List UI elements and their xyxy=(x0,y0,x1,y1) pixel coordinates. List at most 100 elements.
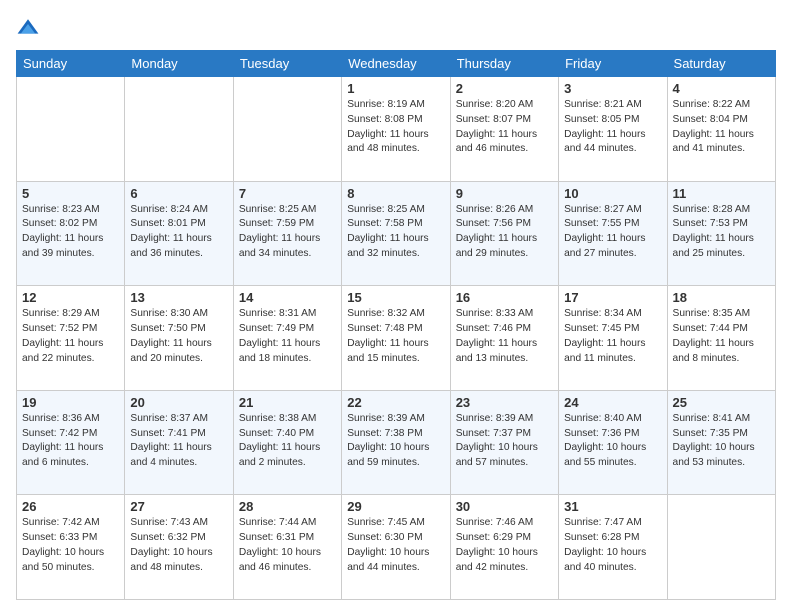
calendar-cell: 18 Sunrise: 8:35 AM Sunset: 7:44 PM Dayli… xyxy=(667,286,775,391)
calendar-cell xyxy=(125,77,233,182)
calendar-header-wednesday: Wednesday xyxy=(342,51,450,77)
calendar-cell xyxy=(17,77,125,182)
calendar-header-saturday: Saturday xyxy=(667,51,775,77)
day-info: Sunrise: 8:23 AM Sunset: 8:02 PM Dayligh… xyxy=(22,203,119,262)
day-info: Sunrise: 8:31 AM Sunset: 7:49 PM Dayligh… xyxy=(239,307,336,366)
calendar-cell: 30Sunrise: 7:46 AM Sunset: 6:29 PM Dayli… xyxy=(450,495,558,600)
day-number: 3 xyxy=(564,81,661,96)
calendar-cell: 10 Sunrise: 8:27 AM Sunset: 7:55 PM Dayli… xyxy=(559,181,667,286)
calendar-cell: 13 Sunrise: 8:30 AM Sunset: 7:50 PM Dayli… xyxy=(125,286,233,391)
day-info: Sunrise: 7:42 AM Sunset: 6:33 PM Dayligh… xyxy=(22,516,119,575)
day-info: Sunrise: 7:44 AM Sunset: 6:31 PM Dayligh… xyxy=(239,516,336,575)
calendar-cell: 22Sunrise: 8:39 AM Sunset: 7:38 PM Dayli… xyxy=(342,390,450,495)
calendar-cell: 23 Sunrise: 8:39 AM Sunset: 7:37 PM Dayli… xyxy=(450,390,558,495)
logo xyxy=(16,16,44,40)
day-info: Sunrise: 8:41 AM Sunset: 7:35 PM Dayligh… xyxy=(673,412,770,471)
day-number: 31 xyxy=(564,499,661,514)
calendar-header-monday: Monday xyxy=(125,51,233,77)
day-number: 30 xyxy=(456,499,553,514)
calendar-cell: 31 Sunrise: 7:47 AM Sunset: 6:28 PM Dayli… xyxy=(559,495,667,600)
day-number: 17 xyxy=(564,290,661,305)
day-number: 9 xyxy=(456,186,553,201)
calendar-header-row: SundayMondayTuesdayWednesdayThursdayFrid… xyxy=(17,51,776,77)
calendar-cell: 29 Sunrise: 7:45 AM Sunset: 6:30 PM Dayli… xyxy=(342,495,450,600)
calendar-cell: 20Sunrise: 8:37 AM Sunset: 7:41 PM Dayli… xyxy=(125,390,233,495)
calendar-cell: 6Sunrise: 8:24 AM Sunset: 8:01 PM Daylig… xyxy=(125,181,233,286)
day-number: 1 xyxy=(347,81,444,96)
day-number: 5 xyxy=(22,186,119,201)
day-info: Sunrise: 8:21 AM Sunset: 8:05 PM Dayligh… xyxy=(564,98,661,157)
day-info: Sunrise: 8:25 AM Sunset: 7:59 PM Dayligh… xyxy=(239,203,336,262)
calendar-cell: 25 Sunrise: 8:41 AM Sunset: 7:35 PM Dayli… xyxy=(667,390,775,495)
day-info: Sunrise: 8:19 AM Sunset: 8:08 PM Dayligh… xyxy=(347,98,444,157)
day-info: Sunrise: 8:34 AM Sunset: 7:45 PM Dayligh… xyxy=(564,307,661,366)
calendar-week-row: 26 Sunrise: 7:42 AM Sunset: 6:33 PM Dayli… xyxy=(17,495,776,600)
day-info: Sunrise: 8:33 AM Sunset: 7:46 PM Dayligh… xyxy=(456,307,553,366)
calendar-cell: 12 Sunrise: 8:29 AM Sunset: 7:52 PM Dayli… xyxy=(17,286,125,391)
calendar-cell: 8 Sunrise: 8:25 AM Sunset: 7:58 PM Daylig… xyxy=(342,181,450,286)
calendar-cell: 5 Sunrise: 8:23 AM Sunset: 8:02 PM Daylig… xyxy=(17,181,125,286)
calendar-cell xyxy=(233,77,341,182)
day-info: Sunrise: 8:20 AM Sunset: 8:07 PM Dayligh… xyxy=(456,98,553,157)
calendar-week-row: 19Sunrise: 8:36 AM Sunset: 7:42 PM Dayli… xyxy=(17,390,776,495)
page: SundayMondayTuesdayWednesdayThursdayFrid… xyxy=(0,0,792,612)
calendar-cell: 14 Sunrise: 8:31 AM Sunset: 7:49 PM Dayli… xyxy=(233,286,341,391)
day-number: 28 xyxy=(239,499,336,514)
day-number: 14 xyxy=(239,290,336,305)
day-info: Sunrise: 8:39 AM Sunset: 7:37 PM Dayligh… xyxy=(456,412,553,471)
calendar-cell: 17 Sunrise: 8:34 AM Sunset: 7:45 PM Dayli… xyxy=(559,286,667,391)
calendar-cell: 26 Sunrise: 7:42 AM Sunset: 6:33 PM Dayli… xyxy=(17,495,125,600)
day-number: 2 xyxy=(456,81,553,96)
day-number: 12 xyxy=(22,290,119,305)
day-info: Sunrise: 7:47 AM Sunset: 6:28 PM Dayligh… xyxy=(564,516,661,575)
day-number: 18 xyxy=(673,290,770,305)
day-number: 25 xyxy=(673,395,770,410)
day-number: 13 xyxy=(130,290,227,305)
calendar-cell: 2 Sunrise: 8:20 AM Sunset: 8:07 PM Daylig… xyxy=(450,77,558,182)
day-info: Sunrise: 8:25 AM Sunset: 7:58 PM Dayligh… xyxy=(347,203,444,262)
day-number: 26 xyxy=(22,499,119,514)
day-info: Sunrise: 8:37 AM Sunset: 7:41 PM Dayligh… xyxy=(130,412,227,471)
day-number: 16 xyxy=(456,290,553,305)
calendar-header-thursday: Thursday xyxy=(450,51,558,77)
day-info: Sunrise: 8:27 AM Sunset: 7:55 PM Dayligh… xyxy=(564,203,661,262)
calendar-header-friday: Friday xyxy=(559,51,667,77)
calendar-cell: 28 Sunrise: 7:44 AM Sunset: 6:31 PM Dayli… xyxy=(233,495,341,600)
calendar-header-tuesday: Tuesday xyxy=(233,51,341,77)
day-info: Sunrise: 8:38 AM Sunset: 7:40 PM Dayligh… xyxy=(239,412,336,471)
calendar-week-row: 12 Sunrise: 8:29 AM Sunset: 7:52 PM Dayli… xyxy=(17,286,776,391)
calendar-cell: 3 Sunrise: 8:21 AM Sunset: 8:05 PM Daylig… xyxy=(559,77,667,182)
day-info: Sunrise: 8:22 AM Sunset: 8:04 PM Dayligh… xyxy=(673,98,770,157)
day-info: Sunrise: 8:29 AM Sunset: 7:52 PM Dayligh… xyxy=(22,307,119,366)
day-number: 24 xyxy=(564,395,661,410)
day-number: 8 xyxy=(347,186,444,201)
day-number: 29 xyxy=(347,499,444,514)
calendar-cell: 19Sunrise: 8:36 AM Sunset: 7:42 PM Dayli… xyxy=(17,390,125,495)
calendar-cell: 24Sunrise: 8:40 AM Sunset: 7:36 PM Dayli… xyxy=(559,390,667,495)
calendar-cell: 21 Sunrise: 8:38 AM Sunset: 7:40 PM Dayli… xyxy=(233,390,341,495)
day-number: 22 xyxy=(347,395,444,410)
calendar-cell: 1 Sunrise: 8:19 AM Sunset: 8:08 PM Daylig… xyxy=(342,77,450,182)
day-number: 10 xyxy=(564,186,661,201)
day-number: 23 xyxy=(456,395,553,410)
day-number: 4 xyxy=(673,81,770,96)
day-number: 27 xyxy=(130,499,227,514)
day-number: 7 xyxy=(239,186,336,201)
day-info: Sunrise: 8:28 AM Sunset: 7:53 PM Dayligh… xyxy=(673,203,770,262)
header xyxy=(16,16,776,40)
day-info: Sunrise: 8:32 AM Sunset: 7:48 PM Dayligh… xyxy=(347,307,444,366)
day-number: 21 xyxy=(239,395,336,410)
calendar-cell xyxy=(667,495,775,600)
day-number: 19 xyxy=(22,395,119,410)
calendar-week-row: 1 Sunrise: 8:19 AM Sunset: 8:08 PM Daylig… xyxy=(17,77,776,182)
day-info: Sunrise: 8:30 AM Sunset: 7:50 PM Dayligh… xyxy=(130,307,227,366)
day-info: Sunrise: 7:43 AM Sunset: 6:32 PM Dayligh… xyxy=(130,516,227,575)
calendar-cell: 11Sunrise: 8:28 AM Sunset: 7:53 PM Dayli… xyxy=(667,181,775,286)
calendar-table: SundayMondayTuesdayWednesdayThursdayFrid… xyxy=(16,50,776,600)
calendar-cell: 15Sunrise: 8:32 AM Sunset: 7:48 PM Dayli… xyxy=(342,286,450,391)
day-info: Sunrise: 8:35 AM Sunset: 7:44 PM Dayligh… xyxy=(673,307,770,366)
calendar-cell: 4 Sunrise: 8:22 AM Sunset: 8:04 PM Daylig… xyxy=(667,77,775,182)
calendar-week-row: 5 Sunrise: 8:23 AM Sunset: 8:02 PM Daylig… xyxy=(17,181,776,286)
day-info: Sunrise: 7:45 AM Sunset: 6:30 PM Dayligh… xyxy=(347,516,444,575)
calendar-cell: 16 Sunrise: 8:33 AM Sunset: 7:46 PM Dayli… xyxy=(450,286,558,391)
